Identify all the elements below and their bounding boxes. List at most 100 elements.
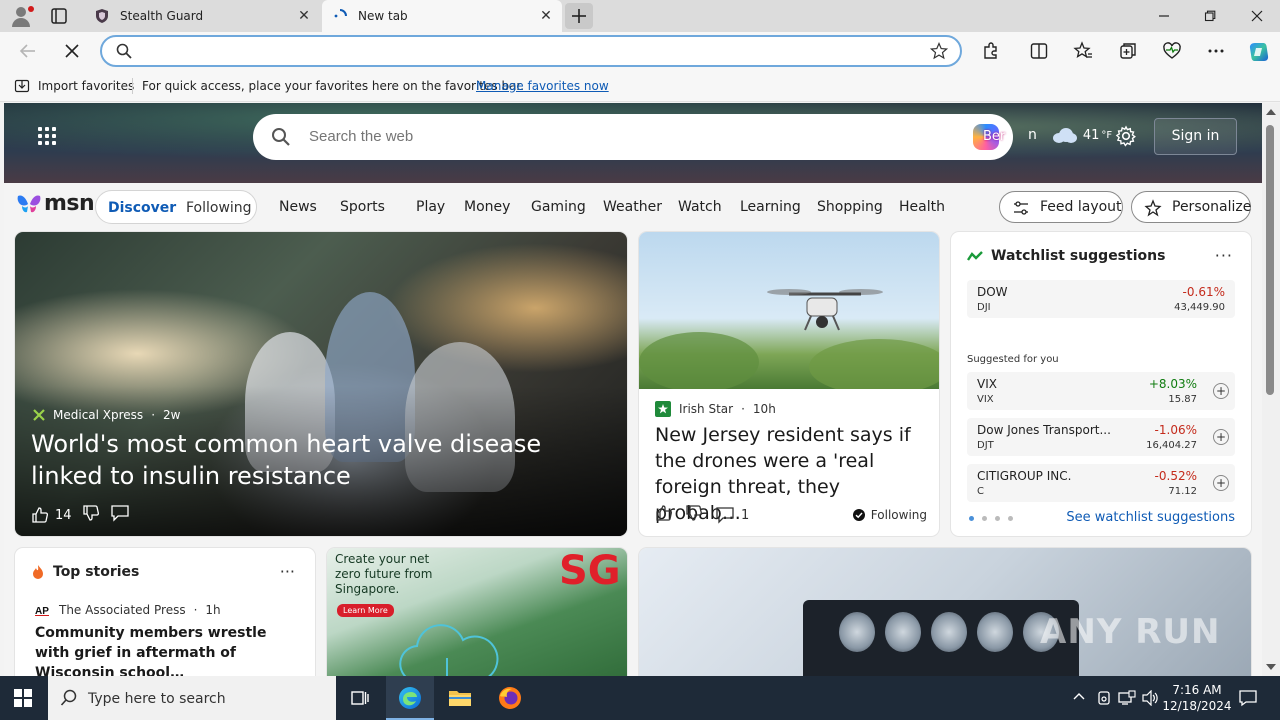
comment-button[interactable]: 1 xyxy=(715,506,749,524)
tab-discover[interactable]: Discover xyxy=(108,200,176,216)
personalize-button[interactable]: Personalize xyxy=(1131,191,1251,223)
stock-change: -0.52% xyxy=(1154,469,1197,483)
tab-stealth-guard[interactable]: Stealth Guard ✕ xyxy=(84,0,320,32)
browser-essentials-button[interactable] xyxy=(1160,39,1184,63)
favorites-button[interactable] xyxy=(1071,39,1095,63)
copilot-button[interactable] xyxy=(1246,39,1270,63)
close-icon xyxy=(65,44,79,58)
extensions-button[interactable] xyxy=(979,39,1003,63)
back-button[interactable] xyxy=(16,39,40,63)
show-hidden-icons-icon[interactable] xyxy=(1072,690,1086,707)
edge-taskbar-button[interactable] xyxy=(386,676,434,720)
stock-row[interactable]: VIX VIX +8.03% 15.87 + xyxy=(967,372,1235,410)
nav-weather[interactable]: Weather xyxy=(603,199,678,215)
nav-news[interactable]: News xyxy=(279,199,340,215)
split-screen-button[interactable] xyxy=(1027,39,1051,63)
web-search-input[interactable] xyxy=(309,128,909,145)
more-icon[interactable]: ··· xyxy=(280,562,295,581)
like-button[interactable] xyxy=(655,504,673,526)
cloud-icon xyxy=(1051,127,1077,143)
nav-learning[interactable]: Learning xyxy=(740,199,817,215)
msn-logo[interactable]: msn xyxy=(16,191,95,216)
following-button[interactable]: Following xyxy=(852,508,927,522)
story-source: Medical Xpress · 2w xyxy=(33,408,180,422)
gear-icon[interactable] xyxy=(1115,125,1137,150)
advertisement-card[interactable]: Create your net zero future from Singapo… xyxy=(327,548,627,676)
add-to-watchlist-icon[interactable]: + xyxy=(1213,383,1229,399)
import-favorites-button[interactable]: Import favorites xyxy=(14,78,134,94)
tab-following[interactable]: Following xyxy=(186,200,252,216)
address-bar[interactable] xyxy=(100,35,962,67)
nav-watch[interactable]: Watch xyxy=(678,199,740,215)
weather-widget[interactable]: n 41 °F xyxy=(1028,127,1112,143)
stock-row[interactable]: CITIGROUP INC. C -0.52% 71.12 + xyxy=(967,464,1235,502)
taskbar-search[interactable]: Type here to search xyxy=(48,676,336,720)
windows-start-icon[interactable] xyxy=(14,689,32,707)
file-explorer-button[interactable] xyxy=(436,676,484,720)
drone-story-card[interactable]: Irish Star · 10h New Jersey resident say… xyxy=(639,232,939,536)
clock-date: 12/18/2024 xyxy=(1162,699,1232,713)
web-search-box[interactable]: Ber xyxy=(253,114,1013,160)
tab-actions-icon[interactable] xyxy=(50,7,68,25)
star-icon[interactable] xyxy=(929,41,949,63)
device-icon[interactable] xyxy=(1096,690,1112,709)
story-headline[interactable]: Community members wrestle with grief in … xyxy=(35,623,297,676)
stop-loading-button[interactable] xyxy=(60,39,84,63)
top-stories-card: Top stories ··· AP The Associated Press … xyxy=(15,548,315,676)
minimize-button[interactable] xyxy=(1141,0,1187,32)
taskbar-clock[interactable]: 7:16 AM 12/18/2024 xyxy=(1160,682,1234,714)
msn-nav-row: msn Discover Following News Sports Play … xyxy=(4,183,1262,229)
volume-icon[interactable] xyxy=(1142,689,1160,709)
network-icon[interactable] xyxy=(1118,690,1136,709)
page-scrollbar[interactable] xyxy=(1262,103,1280,676)
stock-price: 16,404.27 xyxy=(1146,440,1197,451)
add-to-watchlist-icon[interactable]: + xyxy=(1213,429,1229,445)
manage-favorites-link[interactable]: Manage favorites now xyxy=(476,79,609,93)
scroll-up-icon[interactable] xyxy=(1266,109,1276,115)
nav-money[interactable]: Money xyxy=(464,199,531,215)
app-launcher-icon[interactable] xyxy=(38,127,58,147)
story-source: AP The Associated Press · 1h xyxy=(35,603,221,617)
nav-health[interactable]: Health xyxy=(899,199,959,215)
feed-layout-button[interactable]: Feed layout xyxy=(999,191,1123,223)
shield-icon xyxy=(94,8,110,24)
new-tab-button[interactable] xyxy=(565,3,593,29)
stock-row[interactable]: Dow Jones Transport... DJT -1.06% 16,404… xyxy=(967,418,1235,456)
profile-icon[interactable] xyxy=(8,4,34,28)
firefox-button[interactable] xyxy=(486,676,534,720)
add-to-watchlist-icon[interactable]: + xyxy=(1213,475,1229,491)
close-icon[interactable]: ✕ xyxy=(296,8,312,24)
close-window-button[interactable] xyxy=(1234,0,1280,32)
see-watchlist-suggestions-link[interactable]: See watchlist suggestions xyxy=(1066,510,1235,525)
stock-symbol: DJT xyxy=(977,440,994,451)
cloud-outline-icon xyxy=(399,624,499,676)
rewards-label[interactable]: Ber xyxy=(983,129,1005,144)
nav-play[interactable]: Play xyxy=(416,199,464,215)
carousel-dots[interactable] xyxy=(969,516,1013,521)
nav-shopping[interactable]: Shopping xyxy=(817,199,899,215)
scroll-thumb[interactable] xyxy=(1266,125,1274,395)
dislike-button[interactable] xyxy=(685,504,703,526)
clock-time: 7:16 AM xyxy=(1172,683,1222,697)
restore-button[interactable] xyxy=(1187,0,1233,32)
tab-new-tab[interactable]: New tab ✕ xyxy=(322,0,562,32)
nav-sports[interactable]: Sports xyxy=(340,199,416,215)
task-view-button[interactable] xyxy=(336,676,384,720)
collections-button[interactable] xyxy=(1116,39,1140,63)
nav-gaming[interactable]: Gaming xyxy=(531,199,603,215)
scroll-down-icon[interactable] xyxy=(1266,664,1276,670)
stock-price: 15.87 xyxy=(1168,394,1197,405)
stock-row[interactable]: DOW DJI -0.61% 43,449.90 xyxy=(967,280,1235,318)
more-icon[interactable]: ··· xyxy=(1215,246,1233,265)
address-input[interactable] xyxy=(142,42,922,60)
hero-story-card[interactable]: Medical Xpress · 2w World's most common … xyxy=(15,232,627,536)
sign-in-button[interactable]: Sign in xyxy=(1154,118,1237,155)
notifications-icon[interactable] xyxy=(1238,689,1258,710)
story-headline[interactable]: World's most common heart valve disease … xyxy=(31,428,611,492)
close-icon[interactable]: ✕ xyxy=(538,8,554,24)
settings-more-button[interactable] xyxy=(1204,39,1228,63)
comment-button[interactable] xyxy=(110,504,130,526)
like-button[interactable]: 14 xyxy=(31,506,72,524)
learn-more-button[interactable]: Learn More xyxy=(337,604,394,617)
dislike-button[interactable] xyxy=(82,504,100,526)
